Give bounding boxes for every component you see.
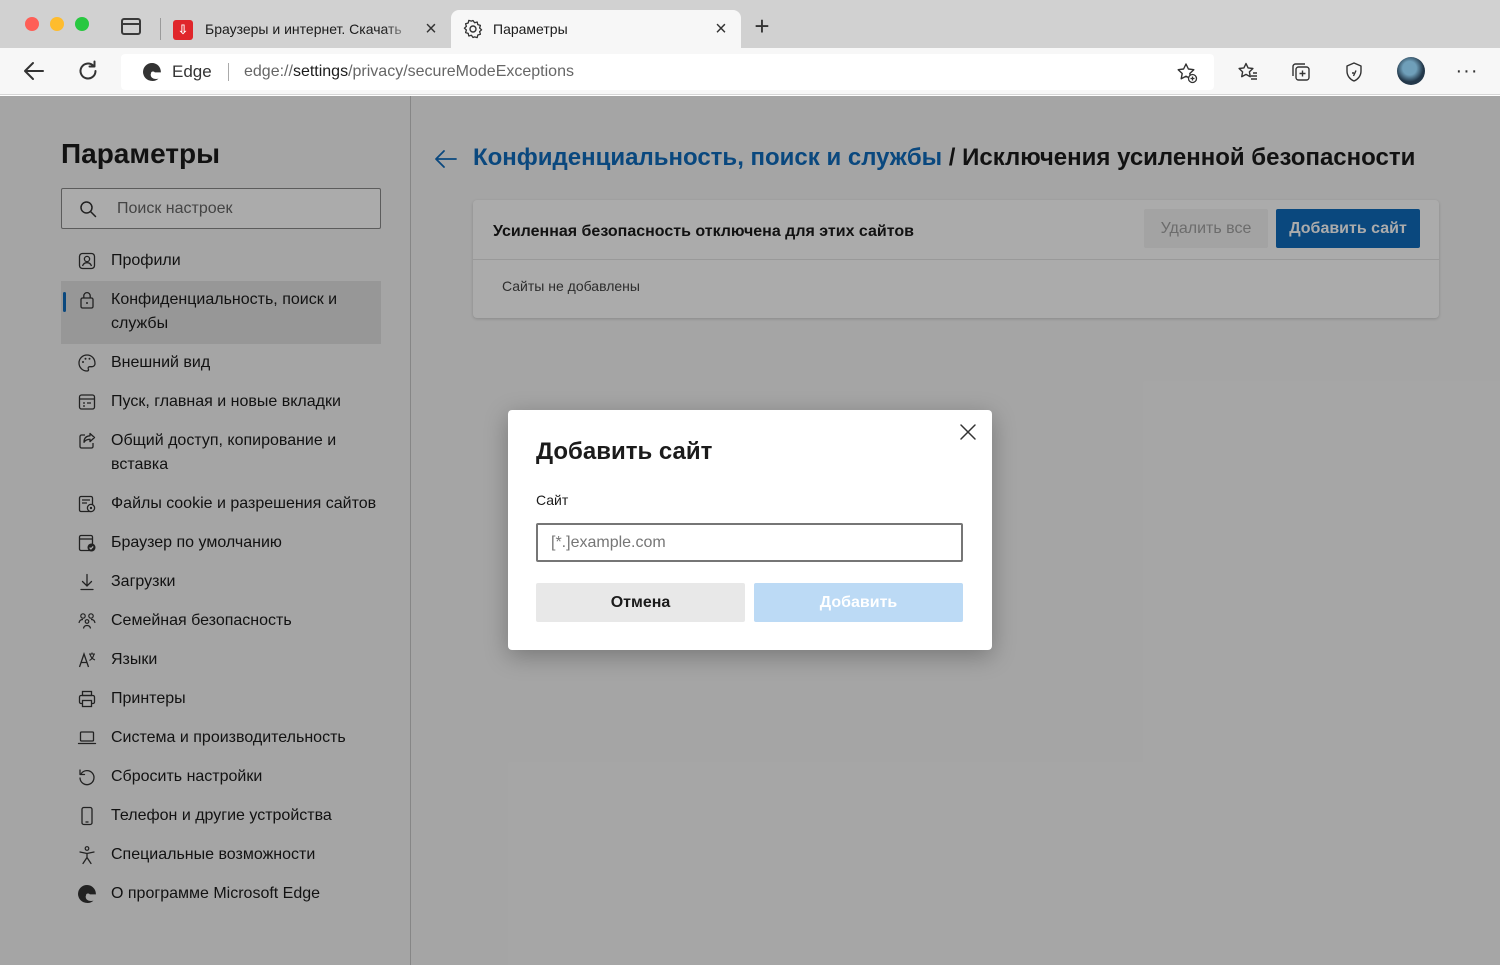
collections-icon[interactable] xyxy=(1290,61,1312,83)
tab-strip: ⇩ Браузеры и интернет. Скачать × Парамет… xyxy=(0,0,1500,48)
site-input[interactable] xyxy=(536,523,963,562)
add-favorite-icon[interactable] xyxy=(1176,62,1198,84)
tab-browsers-internet[interactable]: ⇩ Браузеры и интернет. Скачать × xyxy=(163,10,447,48)
profile-avatar[interactable] xyxy=(1397,57,1425,85)
maximize-window-button[interactable] xyxy=(75,17,89,31)
favorites-icon[interactable] xyxy=(1237,61,1259,83)
browser-essentials-icon[interactable] xyxy=(1343,61,1365,83)
edge-logo-icon xyxy=(143,63,161,81)
more-menu-icon[interactable]: ··· xyxy=(1455,58,1479,84)
address-bar[interactable]: Edge edge://settings/privacy/secureModeE… xyxy=(121,54,1214,90)
cancel-button[interactable]: Отмена xyxy=(536,583,745,622)
back-button[interactable] xyxy=(21,58,47,84)
url-prefix: edge:// xyxy=(244,63,293,80)
close-window-button[interactable] xyxy=(25,17,39,31)
add-button[interactable]: Добавить xyxy=(754,583,963,622)
address-app-name: Edge xyxy=(172,62,212,81)
tab-settings[interactable]: Параметры × xyxy=(451,10,741,48)
gear-icon xyxy=(463,19,483,39)
browser-toolbar: Edge edge://settings/privacy/secureModeE… xyxy=(0,48,1500,95)
address-url[interactable]: edge://settings/privacy/secureModeExcept… xyxy=(244,54,574,90)
url-host: settings xyxy=(292,63,349,80)
refresh-button[interactable] xyxy=(75,58,101,84)
new-tab-button[interactable]: + xyxy=(750,13,774,39)
close-icon[interactable] xyxy=(957,421,979,443)
address-separator xyxy=(228,63,229,81)
tab-separator xyxy=(160,18,161,40)
url-path: /privacy/secureModeExceptions xyxy=(348,63,574,80)
add-site-dialog: Добавить сайт Сайт Отмена Добавить xyxy=(508,410,992,650)
close-tab-icon[interactable]: × xyxy=(421,19,441,39)
site-field-label: Сайт xyxy=(536,492,569,508)
tab-actions-menu-icon[interactable] xyxy=(121,18,141,35)
red-download-site-icon: ⇩ xyxy=(173,20,193,40)
dialog-title: Добавить сайт xyxy=(536,438,713,465)
tab-title: Браузеры и интернет. Скачать xyxy=(205,21,402,37)
close-tab-icon[interactable]: × xyxy=(711,19,731,39)
minimize-window-button[interactable] xyxy=(50,17,64,31)
tab-title: Параметры xyxy=(493,21,568,37)
